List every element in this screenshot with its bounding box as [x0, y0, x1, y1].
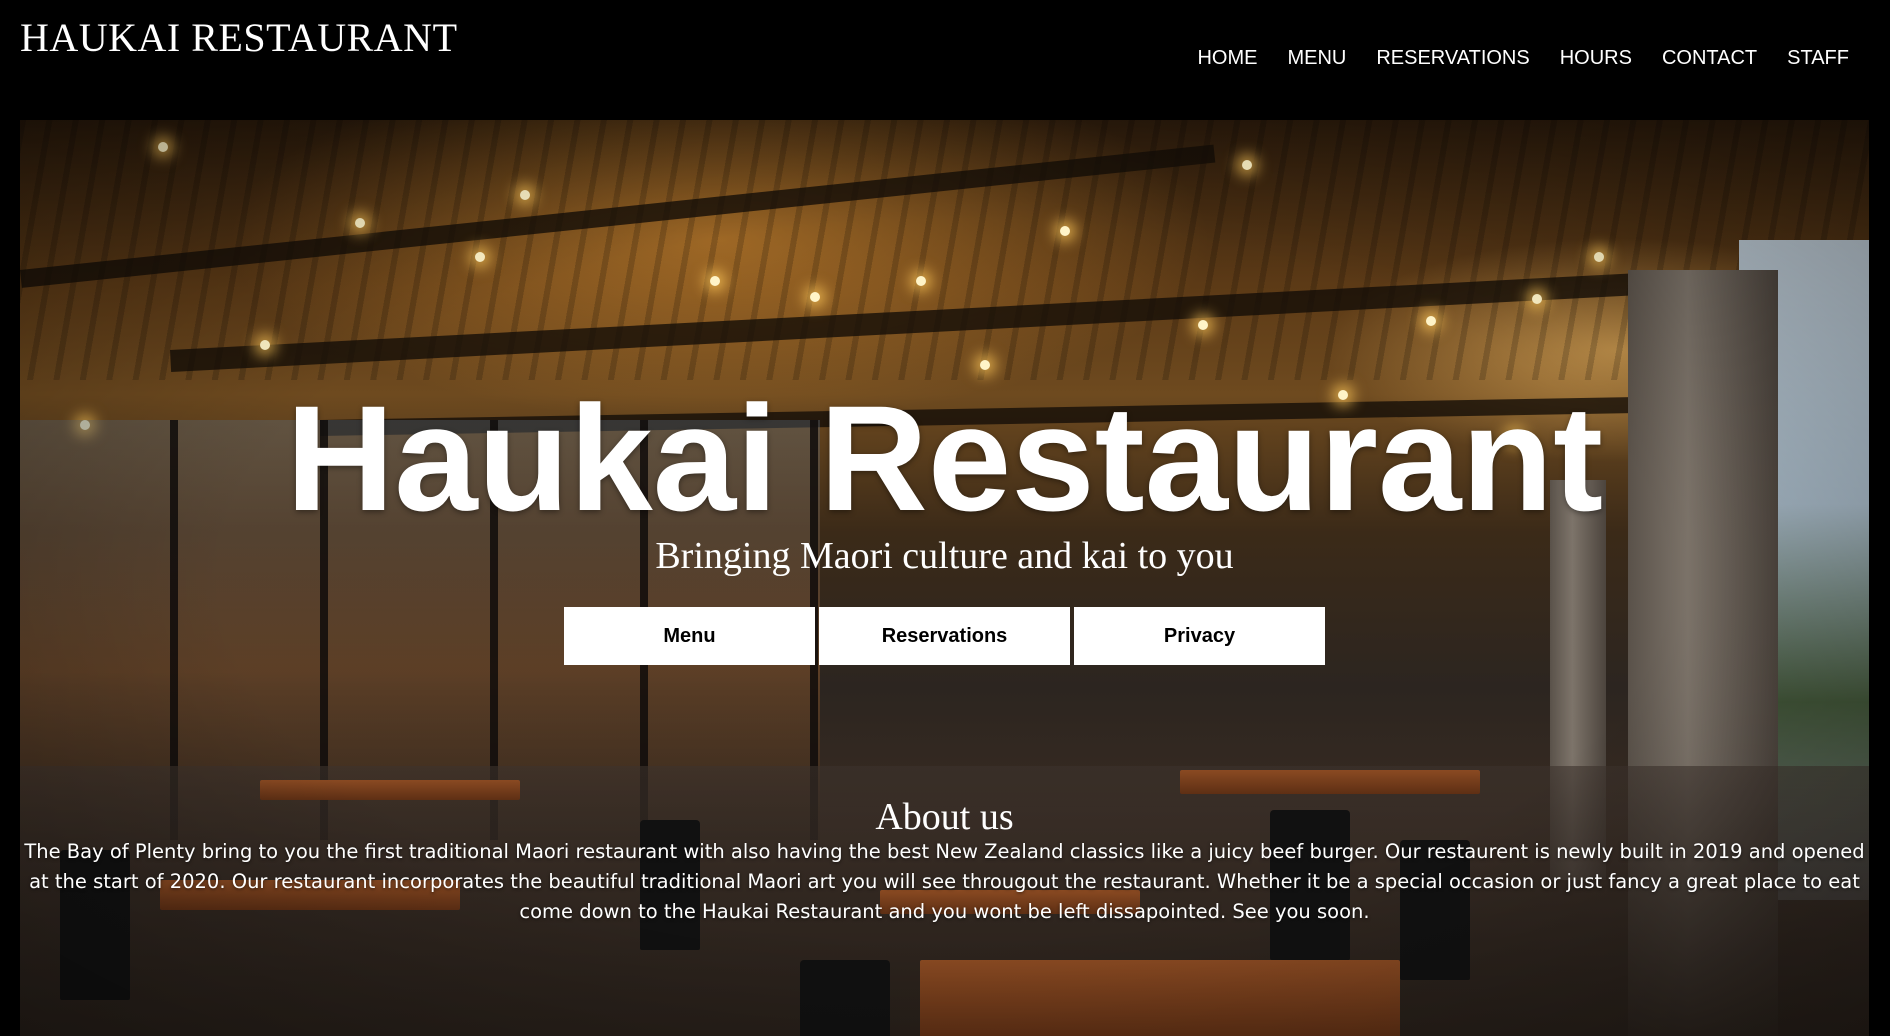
- nav-reservations-link[interactable]: RESERVATIONS: [1361, 44, 1544, 72]
- main-nav: HOME MENU RESERVATIONS HOURS CONTACT STA…: [1182, 44, 1864, 72]
- about-text: The Bay of Plenty bring to you the first…: [24, 840, 1865, 923]
- nav-menu-link[interactable]: MENU: [1272, 44, 1361, 72]
- hero-title: Haukai Restaurant: [285, 374, 1604, 542]
- nav-staff-link[interactable]: STAFF: [1772, 44, 1864, 72]
- hero-button-group: Menu Reservations Privacy: [564, 607, 1325, 665]
- site-header: HAUKAI RESTAURANT HOME MENU RESERVATIONS…: [0, 0, 1890, 120]
- site-brand[interactable]: HAUKAI RESTAURANT: [20, 14, 458, 62]
- privacy-button[interactable]: Privacy: [1074, 607, 1325, 665]
- nav-home-link[interactable]: HOME: [1182, 44, 1272, 72]
- reservations-button[interactable]: Reservations: [819, 607, 1070, 665]
- nav-contact-link[interactable]: CONTACT: [1647, 44, 1772, 72]
- hero-subtitle: Bringing Maori culture and kai to you: [655, 535, 1234, 577]
- menu-button[interactable]: Menu: [564, 607, 815, 665]
- about-heading: About us: [875, 796, 1014, 838]
- hero-section: Haukai Restaurant Bringing Maori culture…: [20, 120, 1869, 1036]
- nav-hours-link[interactable]: HOURS: [1545, 44, 1647, 72]
